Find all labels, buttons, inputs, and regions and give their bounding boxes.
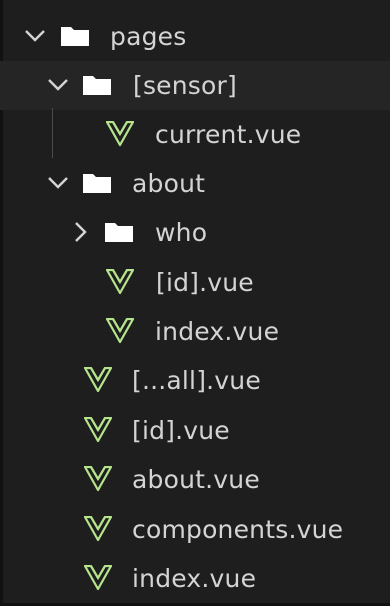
tree-item-label: [...all].vue xyxy=(132,366,261,395)
chevron-down-icon[interactable] xyxy=(47,170,69,196)
chevron-right-icon[interactable] xyxy=(70,219,92,245)
vue-file-icon xyxy=(106,269,134,295)
tree-item-label: about.vue xyxy=(132,465,260,494)
vue-file-icon xyxy=(106,121,134,147)
folder-icon xyxy=(83,174,111,193)
tree-item-label: [id].vue xyxy=(132,416,230,445)
tree-item-who[interactable]: who xyxy=(0,208,390,257)
tree-item-label: [sensor] xyxy=(133,71,237,100)
chevron-down-icon[interactable] xyxy=(24,23,46,49)
folder-icon xyxy=(61,27,89,46)
tree-item-label: [id].vue xyxy=(156,268,254,297)
tree-item-pages[interactable]: pages xyxy=(0,12,390,61)
tree-item-all-vue[interactable]: [...all].vue xyxy=(0,356,390,405)
tree-item-about-folder[interactable]: about xyxy=(0,159,390,208)
tree-item-label: index.vue xyxy=(155,317,280,346)
tree-item-label: about xyxy=(132,169,206,198)
tree-item-id-vue[interactable]: [id].vue xyxy=(0,406,390,455)
tree-item-label: components.vue xyxy=(132,515,344,544)
tree-item-index-vue[interactable]: index.vue xyxy=(0,554,390,603)
vue-file-icon xyxy=(84,367,112,393)
tree-item-sensor[interactable]: [sensor] xyxy=(0,61,390,110)
tree-item-label: index.vue xyxy=(132,564,257,593)
vue-file-icon xyxy=(84,466,112,492)
tree-item-about-vue[interactable]: about.vue xyxy=(0,455,390,504)
vue-file-icon xyxy=(106,318,134,344)
tree-item-id-vue[interactable]: [id].vue xyxy=(0,258,390,307)
folder-icon xyxy=(105,223,133,242)
vue-file-icon xyxy=(84,516,112,542)
vue-file-icon xyxy=(84,565,112,591)
tree-item-index-vue[interactable]: index.vue xyxy=(0,307,390,356)
tree-item-current-vue[interactable]: current.vue xyxy=(0,110,390,159)
tree-item-label: current.vue xyxy=(155,120,302,149)
folder-icon xyxy=(83,76,111,95)
vue-file-icon xyxy=(84,417,112,443)
file-explorer-tree: pages [sensor] current.vue about who [id… xyxy=(0,0,390,606)
tree-item-label: pages xyxy=(110,22,187,51)
tree-item-label: who xyxy=(155,218,208,247)
chevron-down-icon[interactable] xyxy=(47,72,69,98)
tree-item-components-vue[interactable]: components.vue xyxy=(0,505,390,554)
